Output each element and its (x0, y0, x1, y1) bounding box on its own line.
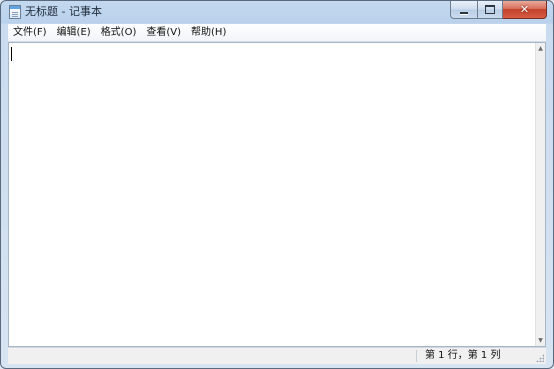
notepad-window: 无标题 - 记事本 ✕ 文件(F) 编辑(E) 格式(O) 查看(V) 帮助(H… (0, 0, 554, 369)
minimize-button[interactable] (450, 1, 477, 19)
maximize-icon (485, 5, 495, 14)
status-divider (416, 350, 417, 362)
notepad-icon[interactable] (9, 5, 21, 19)
scroll-up-arrow-icon[interactable]: ▲ (537, 44, 544, 53)
status-bar: 第 1 行，第 1 列 (8, 347, 546, 364)
close-button[interactable]: ✕ (503, 1, 547, 19)
minimize-icon (460, 11, 468, 14)
vertical-scrollbar[interactable]: ▲ ▼ (535, 43, 545, 346)
title-bar[interactable]: 无标题 - 记事本 ✕ (1, 1, 553, 24)
window-title: 无标题 - 记事本 (25, 5, 102, 18)
text-editor-area[interactable]: ▲ ▼ (8, 42, 546, 347)
window-controls: ✕ (450, 1, 547, 20)
menu-view[interactable]: 查看(V) (141, 25, 186, 41)
scroll-down-arrow-icon[interactable]: ▼ (537, 336, 544, 345)
resize-grip-icon[interactable] (536, 354, 544, 362)
cursor-position: 第 1 行，第 1 列 (425, 350, 501, 361)
menu-bar: 文件(F) 编辑(E) 格式(O) 查看(V) 帮助(H) (8, 24, 546, 42)
text-caret (11, 47, 12, 61)
menu-edit[interactable]: 编辑(E) (52, 25, 96, 41)
maximize-button[interactable] (477, 1, 503, 19)
menu-format[interactable]: 格式(O) (96, 25, 142, 41)
menu-file[interactable]: 文件(F) (8, 25, 52, 41)
menu-help[interactable]: 帮助(H) (186, 25, 231, 41)
close-icon: ✕ (519, 3, 530, 16)
